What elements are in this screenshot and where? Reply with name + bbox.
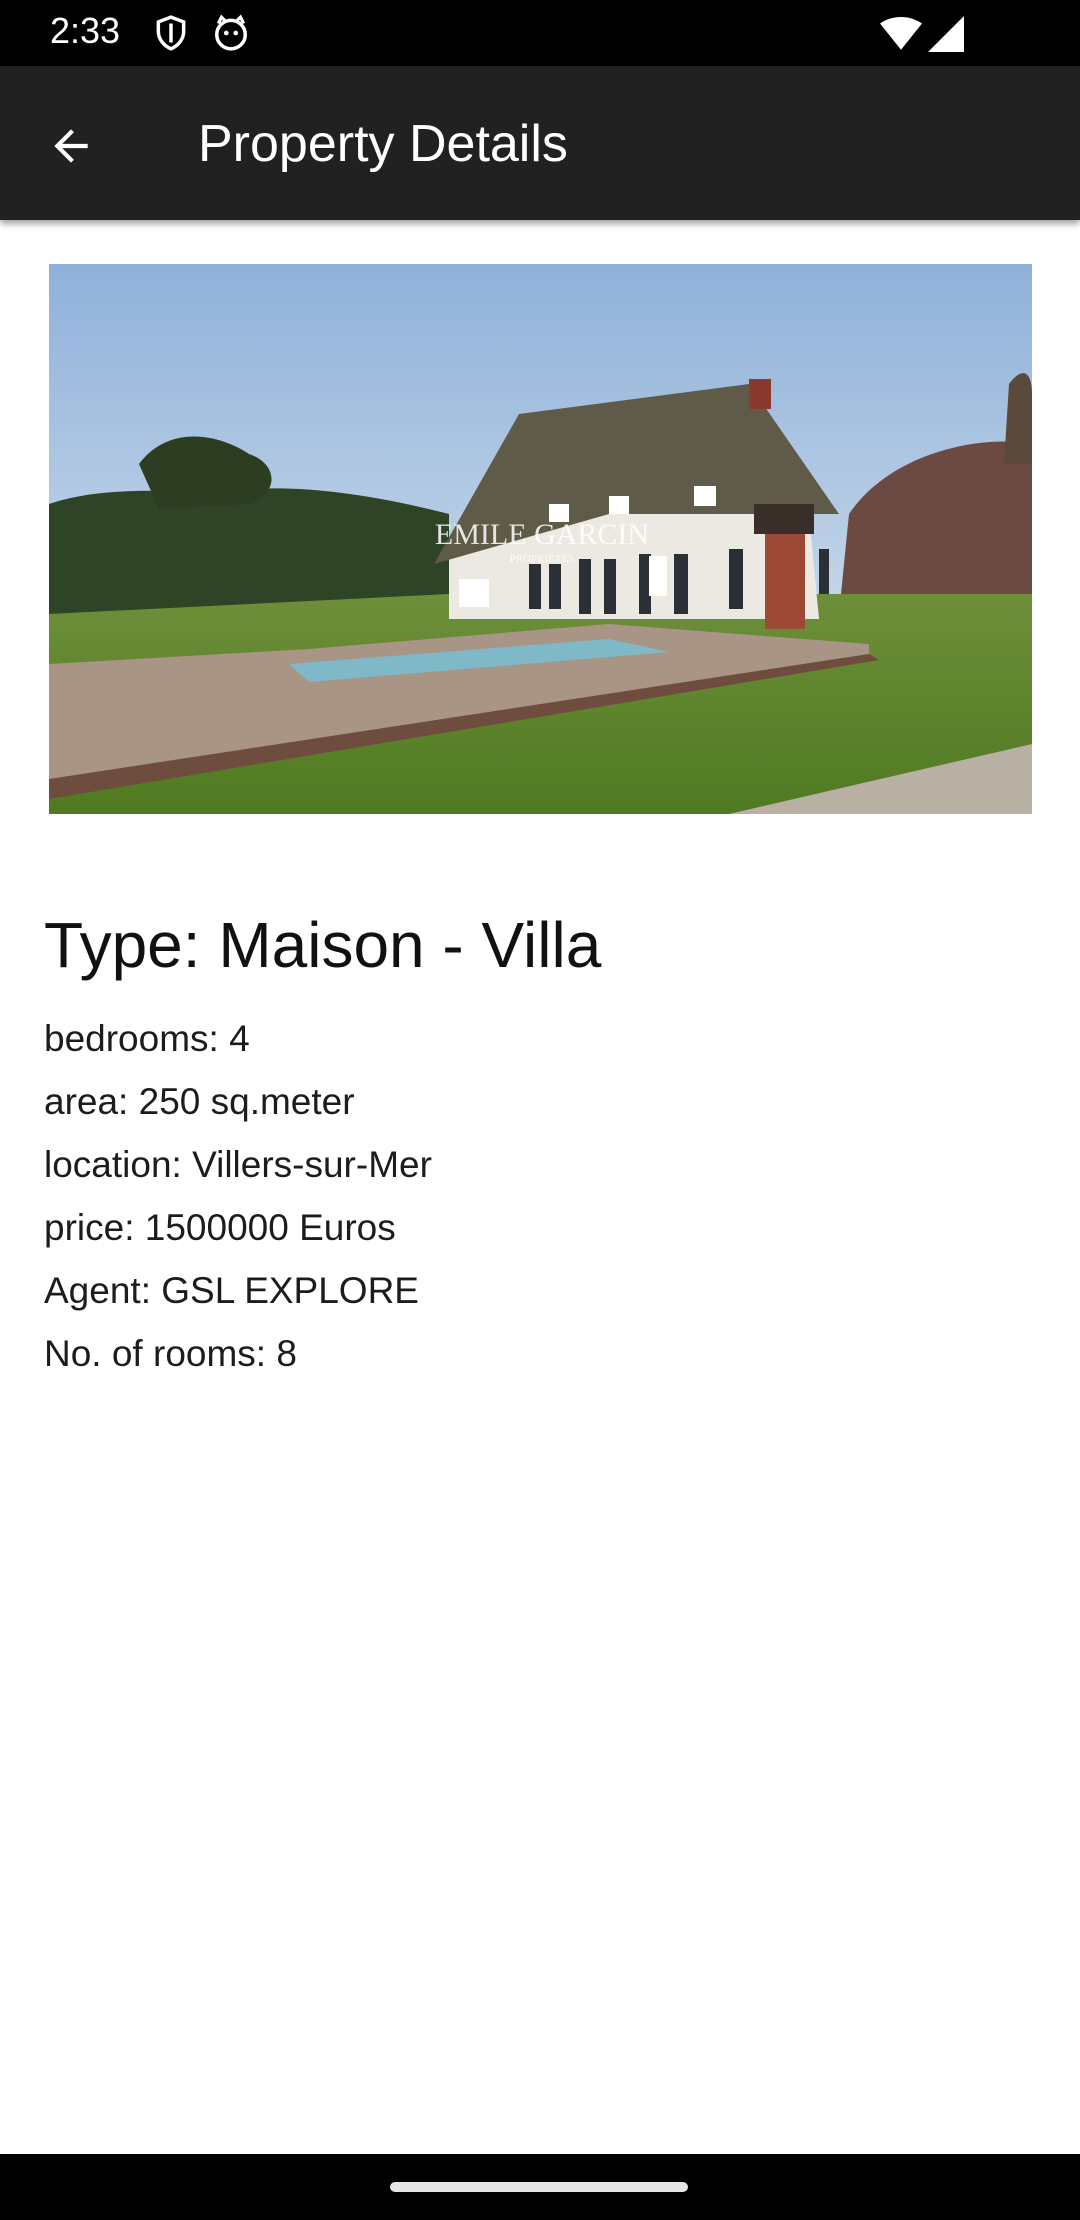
property-photo: EMILE GARCIN PROPRIÉTÉS <box>49 264 1032 814</box>
arrow-back-icon <box>54 129 88 163</box>
photo-watermark: EMILE GARCIN <box>435 518 649 551</box>
back-button[interactable] <box>36 111 106 181</box>
area-text: area: 250 sq.meter <box>44 1081 355 1122</box>
status-time: 2:33 <box>50 10 121 51</box>
home-gesture-handle[interactable] <box>390 2182 688 2192</box>
cat-face-icon <box>215 14 247 51</box>
agent-text: Agent: GSL EXPLORE <box>44 1270 419 1311</box>
photo-watermark-sub: PROPRIÉTÉS <box>510 553 575 565</box>
page-title: Property Details <box>198 115 568 173</box>
cellular-signal-icon <box>928 16 964 52</box>
status-bar: 2:33 <box>0 0 1080 66</box>
app-bar: Property Details <box>0 66 1080 220</box>
navigation-bar <box>0 2154 1080 2220</box>
shield-icon <box>156 15 186 51</box>
rooms-text: No. of rooms: 8 <box>44 1333 297 1374</box>
price-text: price: 1500000 Euros <box>44 1207 396 1248</box>
wifi-icon <box>880 16 922 50</box>
property-type: Type: Maison - Villa <box>44 909 602 981</box>
location-text: location: Villers-sur-Mer <box>44 1144 432 1185</box>
bedrooms-text: bedrooms: 4 <box>44 1018 250 1059</box>
